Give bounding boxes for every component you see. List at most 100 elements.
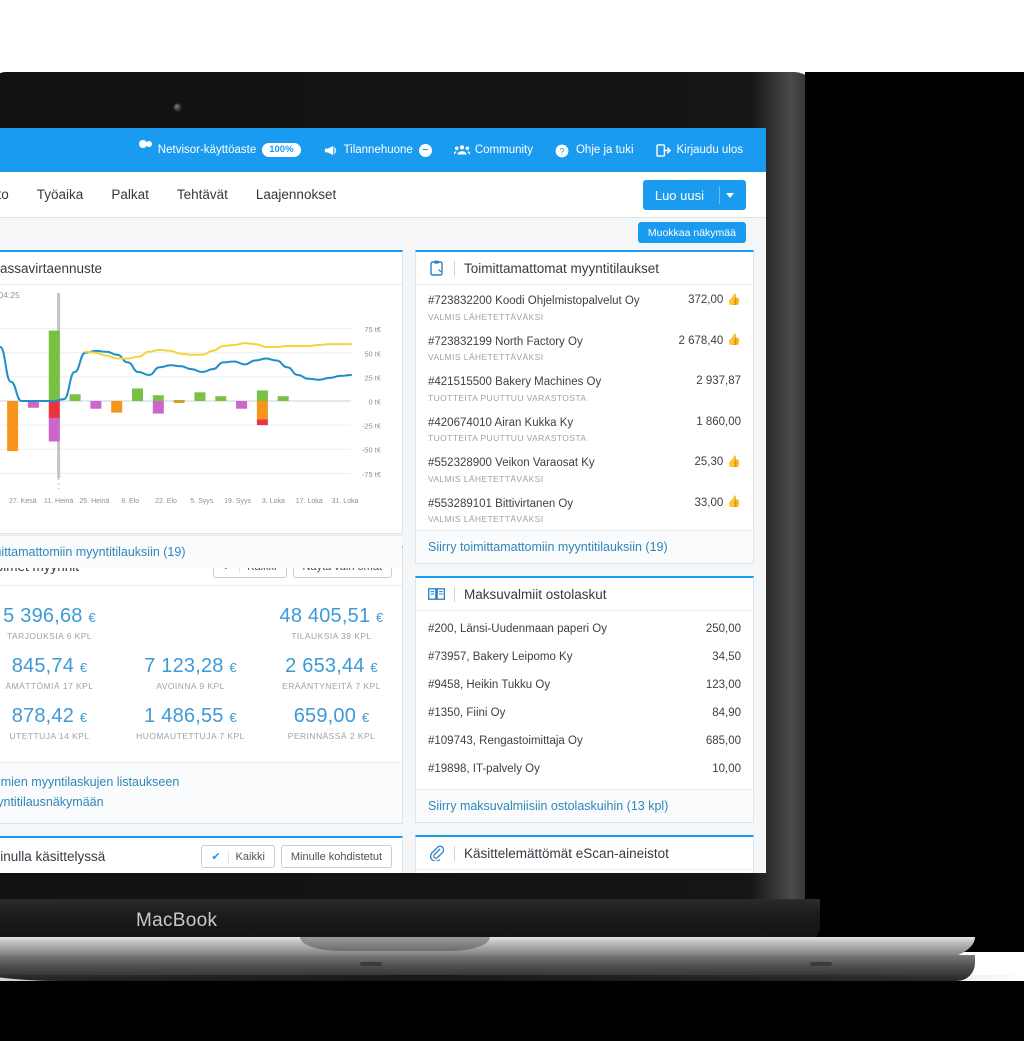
svg-text:19. Syys: 19. Syys [224,498,251,505]
svg-text:11. Heinä: 11. Heinä [44,498,74,505]
create-new-button[interactable]: Luo uusi [642,180,746,210]
invoice-amount: 34,50 [712,651,741,664]
list-item[interactable]: #420674010 Airan Kukka Ky TUOTTEITA PUUTT… [416,409,753,450]
stat-value: 659,00 € [293,705,370,727]
cashflow-header: Kassavirtaennuste [0,252,402,285]
check-icon: ✔ [211,851,221,863]
left-column: Kassavirtaennuste 17 04:25 75 t€ 50 t€ 25 … [0,250,403,873]
stat-cell: 5 396,68 € TARJOUKSIA 6 KPL [0,598,120,648]
invoice-amount: 250,00 [705,623,741,636]
undelivered-orders-title: Toimittamattomat myyntitilaukset [464,260,660,276]
stat-cell-empty [120,598,261,648]
my-handling-filter-assigned-label: Minulle kohdistetut [290,850,382,863]
my-handling-filter-assigned[interactable]: Minulle kohdistetut [280,845,392,868]
macbook-brand-label: MacBook [136,910,218,931]
stat-value: 7 123,28 € [144,655,237,677]
list-item[interactable]: #421515500 Bakery Machines Oy TUOTTEITA P… [416,368,753,409]
undelivered-orders-footer-link[interactable]: Siirry toimittamattomiin myyntitilauksii… [416,530,753,564]
order-name: #421515500 Bakery Machines Oy [428,376,602,389]
chevron-down-icon [726,192,734,198]
nav-item-0[interactable]: nto [0,187,23,202]
open-sales-grid: 5 396,68 € TARJOUKSIA 6 KPL 48 405,51 € … [0,586,402,762]
my-handling-title: Minulla käsittelyssä [0,849,106,864]
stat-value: 1 486,55 € [144,705,237,727]
svg-text:8. Elo: 8. Elo [121,498,139,505]
invoice-amount: 123,00 [705,679,741,692]
list-item[interactable]: #73957, Bakery Leipomo Ky 34,50 [416,643,753,671]
nav-item-laajennokset[interactable]: Laajennokset [242,187,350,202]
topbar-item-logout[interactable]: Kirjaudu ulos [645,128,754,172]
stat-cell: 2 653,44 € ERÄÄNTYNEITÄ 7 KPL [261,648,402,698]
list-item[interactable]: #723832199 North Factory Oy VALMIS LÄHETE… [416,328,753,369]
topbar-item-netvisor-usage[interactable]: Netvisor-käyttöaste 100% [126,128,312,172]
stat-label: UTETTUJA 14 KPL [9,731,90,741]
macbook-chin [0,899,820,941]
nav-item-tehtavat[interactable]: Tehtävät [163,187,242,202]
escan-card: Käsittelemättömät eScan-aineistot [415,835,754,873]
edit-view-button[interactable]: Muokkaa näkymää [637,222,746,243]
link-sales-invoices[interactable]: oimien myyntilaskujen listaukseen [0,772,390,792]
topbar-label-tilannehuone: Tilannehuone [343,144,413,156]
svg-text:31. Loka: 31. Loka [332,498,359,505]
stat-label: PERINNÄSSÄ 2 KPL [287,731,376,741]
main-navigation: nto Työaika Palkat Tehtävät Laajennokset… [0,172,766,218]
invoice-name: #19898, IT-palvely Oy [428,763,540,776]
list-item[interactable]: #200, Länsi-Uudenmaan paperi Oy 250,00 [416,615,753,643]
list-item[interactable]: #19898, IT-palvely Oy 10,00 [416,755,753,783]
dashboard-columns: Kassavirtaennuste 17 04:25 75 t€ 50 t€ 25 … [0,250,766,873]
payable-invoices-footer-link[interactable]: Siirry maksuvalmiisiin ostolaskuihin (13… [416,789,753,823]
topbar-label-logout: Kirjaudu ulos [676,144,743,156]
payable-invoices-title: Maksuvalmiit ostolaskut [464,586,607,602]
open-sales-links: oimien myyntilaskujen listaukseen yyntit… [0,762,402,823]
payable-invoices-header: Maksuvalmiit ostolaskut [416,578,753,612]
order-status: TUOTTEITA PUUTTUU VARASTOSTA [428,392,587,403]
macbook-foot [810,962,832,966]
my-handling-filter-all[interactable]: ✔ Kaikki [201,845,275,868]
my-handling-filters: ✔ Kaikki Minulle kohdistetut [201,845,392,868]
undelivered-orders-header: Toimittamattomat myyntitilaukset [416,252,753,285]
undelivered-orders-list: #723832200 Koodi Ohjelmistopalvelut Oy VA… [416,285,753,530]
order-status: VALMIS LÄHETETTÄVÄKSI [428,514,544,525]
list-item[interactable]: #723832200 Koodi Ohjelmistopalvelut Oy VA… [416,287,753,328]
list-item[interactable]: #109743, Rengastoimittaja Oy 685,00 [416,727,753,755]
paperclip-icon [428,845,445,862]
nav-item-palkat[interactable]: Palkat [97,187,163,202]
stat-label: ÄMÄTTÖMIÄ 17 KPL [5,681,94,691]
subbar: Muokkaa näkymää [0,218,766,250]
list-item[interactable]: #1350, Fiini Oy 84,90 [416,699,753,727]
svg-text:0 t€: 0 t€ [368,398,381,407]
stat-cell: 48 405,51 € TILAUKSIA 39 KPL [261,598,402,648]
topbar-item-community[interactable]: Community [443,128,544,172]
payable-invoices-card: Maksuvalmiit ostolaskut #200, Länsi-Uude… [415,576,754,824]
order-name: #723832200 Koodi Ohjelmistopalvelut Oy [428,295,640,307]
list-item[interactable]: #9458, Heikin Tukku Oy 123,00 [416,671,753,699]
macbook-screen: Netvisor-käyttöaste 100% Tilannehuone − … [0,128,766,873]
list-item[interactable]: #552328900 Veikon Varaosat Ky VALMIS LÄHE… [416,449,753,490]
invoice-name: #73957, Bakery Leipomo Ky [428,651,573,664]
order-amount: 2 937,87 [696,375,741,388]
svg-text:?: ? [559,146,564,156]
order-status: VALMIS LÄHETETTÄVÄKSI [428,473,544,484]
stat-label: ERÄÄNTYNEITÄ 7 KPL [282,681,381,691]
svg-text:75 t€: 75 t€ [364,325,382,334]
cashflow-footer-link[interactable]: mittamattomiin myyntitilauksiin (19) [0,535,402,568]
nav-item-tyoaika[interactable]: Työaika [23,187,98,202]
macbook-foot [360,962,382,966]
list-item[interactable]: #553289101 Bittivirtanen Oy VALMIS LÄHETE… [416,490,753,531]
topbar-label-netvisor-usage: Netvisor-käyttöaste [157,144,257,156]
cashflow-chart-svg: 75 t€50 t€25 t€0 t€-25 t€-50 t€-75 t€Kes… [0,293,382,505]
topbar-label-help: Ohje ja tuki [575,144,634,156]
my-handling-card: Minulla käsittelyssä ✔ Kaikki Minulle ko… [0,836,403,873]
svg-text:25. Heinä: 25. Heinä [79,498,109,505]
invoice-amount: 84,90 [712,707,741,720]
clipboard-icon [428,260,445,277]
stat-value: 845,74 € [11,655,88,677]
link-sales-orders[interactable]: yyntitilausnäkymään [0,792,390,812]
stat-cell: 1 486,55 € HUOMAUTETTUJA 7 KPL [120,698,261,748]
topbar-item-help[interactable]: ? Ohje ja tuki [544,128,645,172]
svg-text:-75 t€: -75 t€ [362,470,382,479]
book-icon [428,586,445,603]
payable-invoices-list: #200, Länsi-Uudenmaan paperi Oy 250,00 #7… [416,611,753,789]
people-icon [453,144,471,157]
topbar-item-tilannehuone[interactable]: Tilannehuone − [312,128,443,172]
